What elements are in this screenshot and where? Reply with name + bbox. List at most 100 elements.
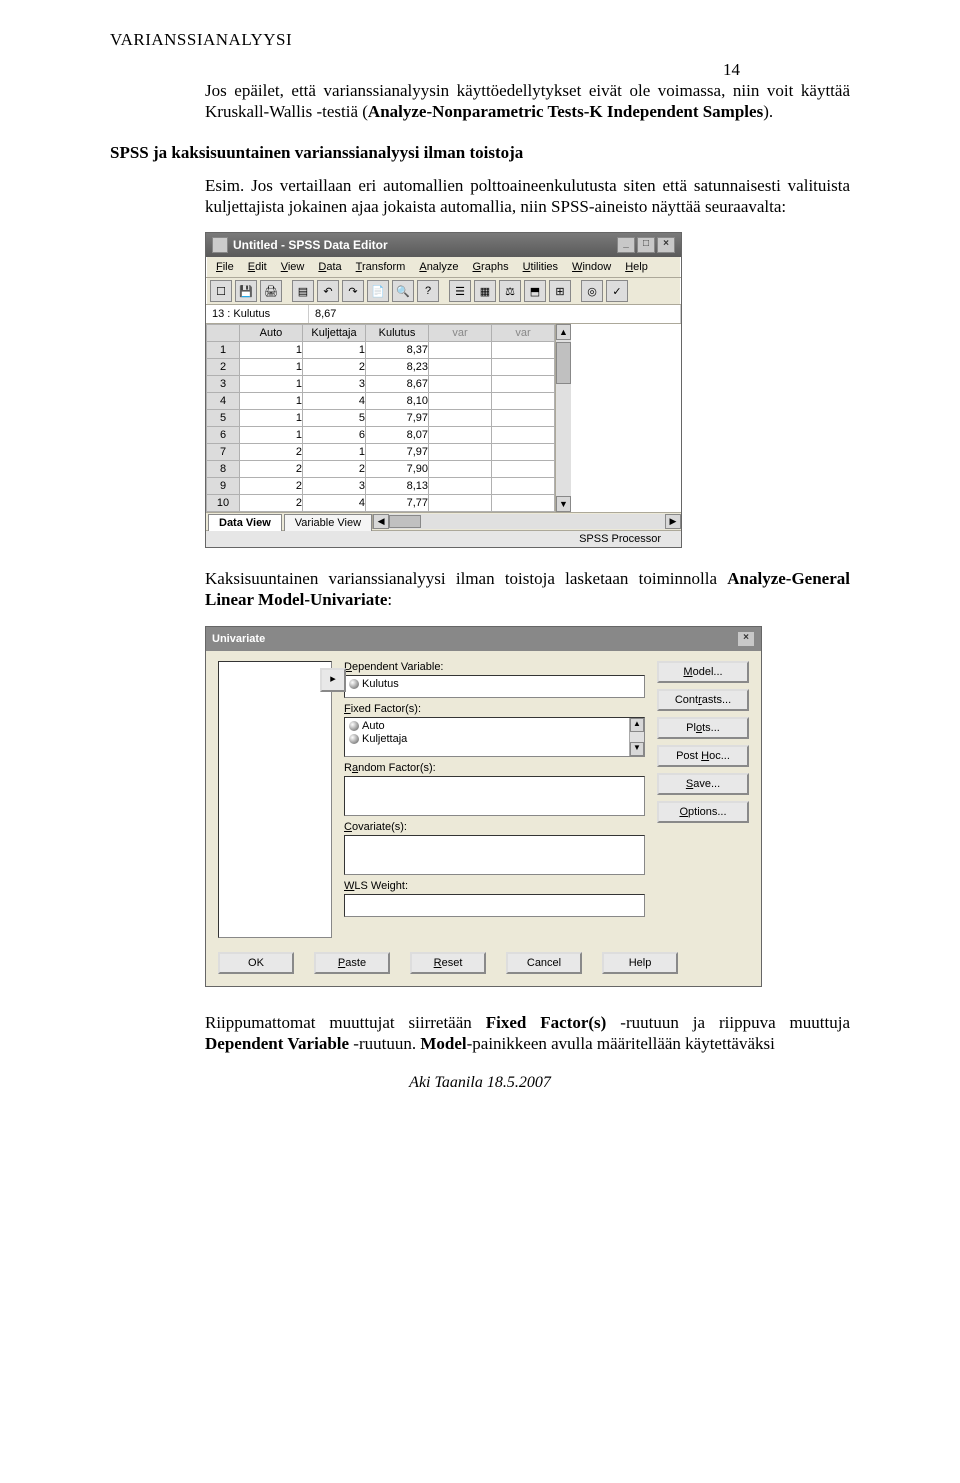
cell[interactable]: 8,10 bbox=[366, 393, 429, 410]
cell[interactable]: 3 bbox=[303, 478, 366, 495]
tool-print-icon[interactable]: 🖨 bbox=[260, 280, 282, 302]
cell[interactable] bbox=[492, 342, 555, 359]
tool-db-icon[interactable]: ▤ bbox=[292, 280, 314, 302]
model-button[interactable]: Model... bbox=[657, 661, 749, 683]
list-scroll-down-icon[interactable]: ▼ bbox=[630, 742, 644, 756]
cell[interactable]: 3 bbox=[207, 376, 240, 393]
table-row[interactable]: 10247,77 bbox=[207, 495, 555, 512]
cell[interactable]: 7,77 bbox=[366, 495, 429, 512]
cell[interactable] bbox=[429, 461, 492, 478]
minimize-icon[interactable]: _ bbox=[617, 237, 635, 253]
cell[interactable] bbox=[492, 461, 555, 478]
tool-value-icon[interactable]: ⊞ bbox=[549, 280, 571, 302]
tool-split-icon[interactable]: ⬒ bbox=[524, 280, 546, 302]
menu-analyze[interactable]: Analyze bbox=[413, 259, 464, 275]
cell[interactable]: 2 bbox=[303, 359, 366, 376]
cell[interactable]: 1 bbox=[240, 427, 303, 444]
cell[interactable]: 1 bbox=[240, 410, 303, 427]
random-box[interactable] bbox=[344, 776, 645, 816]
cell[interactable]: 1 bbox=[303, 342, 366, 359]
cell[interactable]: 8,37 bbox=[366, 342, 429, 359]
table-row[interactable]: 2128,23 bbox=[207, 359, 555, 376]
table-row[interactable]: 4148,10 bbox=[207, 393, 555, 410]
cell[interactable]: 7,90 bbox=[366, 461, 429, 478]
vertical-scrollbar[interactable]: ▲ ▼ bbox=[555, 324, 571, 512]
cell[interactable]: 8,13 bbox=[366, 478, 429, 495]
cell[interactable]: 1 bbox=[240, 376, 303, 393]
cancel-button[interactable]: Cancel bbox=[506, 952, 582, 974]
table-row[interactable]: 5157,97 bbox=[207, 410, 555, 427]
move-right-button[interactable]: ▸ bbox=[320, 668, 346, 692]
plots-button[interactable]: Plots... bbox=[657, 717, 749, 739]
menu-data[interactable]: Data bbox=[312, 259, 347, 275]
cell[interactable]: 1 bbox=[207, 342, 240, 359]
tool-sets-icon[interactable]: ◎ bbox=[581, 280, 603, 302]
cell[interactable]: 2 bbox=[303, 461, 366, 478]
cell[interactable] bbox=[492, 495, 555, 512]
menu-utilities[interactable]: Utilities bbox=[517, 259, 564, 275]
scroll-right-icon[interactable]: ▶ bbox=[665, 514, 681, 529]
options-button[interactable]: Options... bbox=[657, 801, 749, 823]
tab-data-view[interactable]: Data View bbox=[208, 514, 282, 531]
contrasts-button[interactable]: Contrasts... bbox=[657, 689, 749, 711]
cell[interactable] bbox=[492, 410, 555, 427]
cell[interactable] bbox=[429, 359, 492, 376]
cell[interactable]: 3 bbox=[303, 376, 366, 393]
tool-undo-icon[interactable]: 📄 bbox=[367, 280, 389, 302]
cell[interactable]: 2 bbox=[240, 478, 303, 495]
cell[interactable] bbox=[429, 444, 492, 461]
cell[interactable]: 7,97 bbox=[366, 444, 429, 461]
row-header-corner[interactable] bbox=[207, 325, 240, 342]
menu-file[interactable]: File bbox=[210, 259, 240, 275]
cell[interactable] bbox=[429, 376, 492, 393]
tool-find-icon[interactable]: 🔍 bbox=[392, 280, 414, 302]
scroll-up-icon[interactable]: ▲ bbox=[556, 324, 571, 340]
cell[interactable] bbox=[492, 444, 555, 461]
table-row[interactable]: 1118,37 bbox=[207, 342, 555, 359]
cell[interactable] bbox=[429, 410, 492, 427]
table-row[interactable]: 8227,90 bbox=[207, 461, 555, 478]
close-icon[interactable]: × bbox=[657, 237, 675, 253]
cell[interactable]: 10 bbox=[207, 495, 240, 512]
cell[interactable]: 8,07 bbox=[366, 427, 429, 444]
table-row[interactable]: 6168,07 bbox=[207, 427, 555, 444]
paste-button[interactable]: Paste bbox=[314, 952, 390, 974]
cell[interactable]: 1 bbox=[240, 359, 303, 376]
post-hoc-button[interactable]: Post Hoc... bbox=[657, 745, 749, 767]
cell[interactable]: 2 bbox=[240, 495, 303, 512]
cell[interactable] bbox=[492, 427, 555, 444]
cell[interactable]: 2 bbox=[240, 444, 303, 461]
cell[interactable]: 7 bbox=[207, 444, 240, 461]
cell[interactable]: 5 bbox=[303, 410, 366, 427]
tool-goto-icon[interactable]: ? bbox=[417, 280, 439, 302]
column-kuljettaja[interactable]: Kuljettaja bbox=[303, 325, 366, 342]
menu-edit[interactable]: Edit bbox=[242, 259, 273, 275]
wls-box[interactable] bbox=[344, 894, 645, 917]
tool-weight-icon[interactable]: ⚖ bbox=[499, 280, 521, 302]
scroll-left-icon[interactable]: ◀ bbox=[373, 514, 389, 529]
column-kulutus[interactable]: Kulutus bbox=[366, 325, 429, 342]
menu-graphs[interactable]: Graphs bbox=[466, 259, 514, 275]
hscroll-thumb[interactable] bbox=[389, 515, 421, 528]
cell[interactable] bbox=[492, 359, 555, 376]
column-var[interactable]: var bbox=[429, 325, 492, 342]
cell[interactable]: 4 bbox=[207, 393, 240, 410]
cell[interactable] bbox=[492, 478, 555, 495]
column-auto[interactable]: Auto bbox=[240, 325, 303, 342]
cell[interactable]: 4 bbox=[303, 495, 366, 512]
tool-cut-icon[interactable]: ↶ bbox=[317, 280, 339, 302]
table-row[interactable]: 9238,13 bbox=[207, 478, 555, 495]
cell[interactable] bbox=[429, 495, 492, 512]
ok-button[interactable]: OK bbox=[218, 952, 294, 974]
covariate-box[interactable] bbox=[344, 835, 645, 875]
table-row[interactable]: 3138,67 bbox=[207, 376, 555, 393]
reset-button[interactable]: Reset bbox=[410, 952, 486, 974]
scroll-down-icon[interactable]: ▼ bbox=[556, 496, 571, 512]
tool-vars-icon[interactable]: ☰ bbox=[449, 280, 471, 302]
dialog-close-icon[interactable]: × bbox=[737, 631, 755, 647]
cell[interactable]: 1 bbox=[303, 444, 366, 461]
menu-help[interactable]: Help bbox=[619, 259, 654, 275]
cell[interactable]: 8 bbox=[207, 461, 240, 478]
cell[interactable]: 8,23 bbox=[366, 359, 429, 376]
list-scroll-up-icon[interactable]: ▲ bbox=[630, 718, 644, 732]
